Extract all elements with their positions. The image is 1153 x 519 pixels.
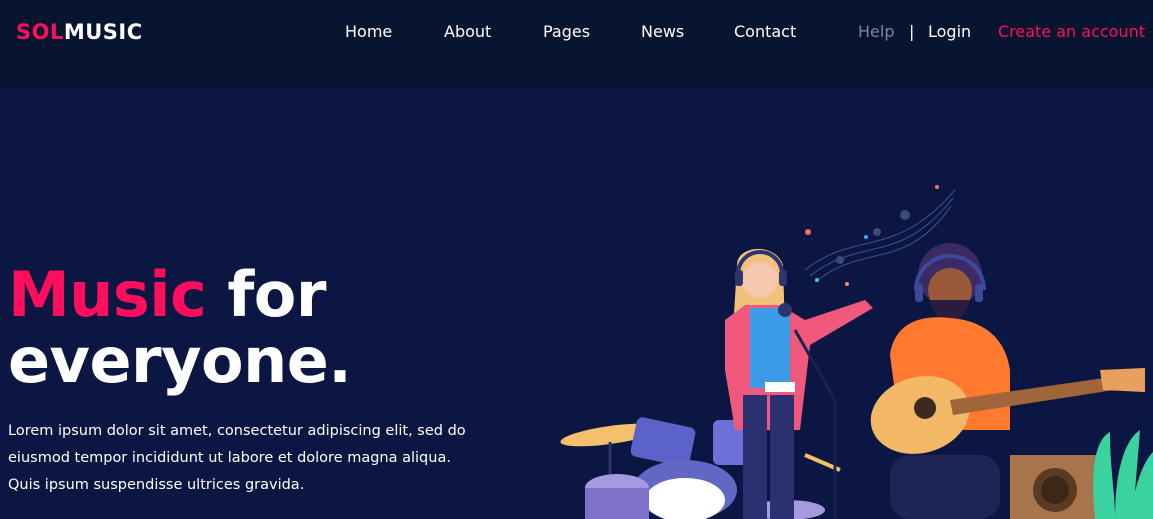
help-link[interactable]: Help	[858, 22, 894, 41]
speaker-icon	[1010, 455, 1100, 519]
musicians-illustration	[560, 185, 1153, 519]
nav-separator: |	[909, 22, 915, 41]
hero-description: Lorem ipsum dolor sit amet, consectetur …	[8, 423, 466, 493]
plant-icon	[1093, 430, 1153, 519]
singer-icon	[725, 248, 873, 519]
hero-title: Music for everyone.	[8, 262, 468, 394]
nav-contact[interactable]: Contact	[734, 22, 796, 41]
nav-news[interactable]: News	[641, 22, 684, 41]
logo-main: MUSIC	[63, 20, 143, 44]
login-link[interactable]: Login	[928, 22, 971, 41]
create-account-link[interactable]: Create an account	[998, 22, 1145, 41]
nav-pages[interactable]: Pages	[543, 22, 590, 41]
logo-accent: SOL	[16, 20, 64, 44]
nav-home[interactable]: Home	[345, 22, 392, 41]
hero-title-line2: everyone.	[8, 324, 352, 397]
site-logo[interactable]: SOLMUSIC	[16, 20, 143, 44]
site-header: SOLMUSIC Home About Pages News Contact H…	[0, 0, 1153, 87]
hero-title-rest: for	[206, 258, 326, 331]
hero-title-accent: Music	[8, 258, 207, 331]
nav-about[interactable]: About	[444, 22, 491, 41]
